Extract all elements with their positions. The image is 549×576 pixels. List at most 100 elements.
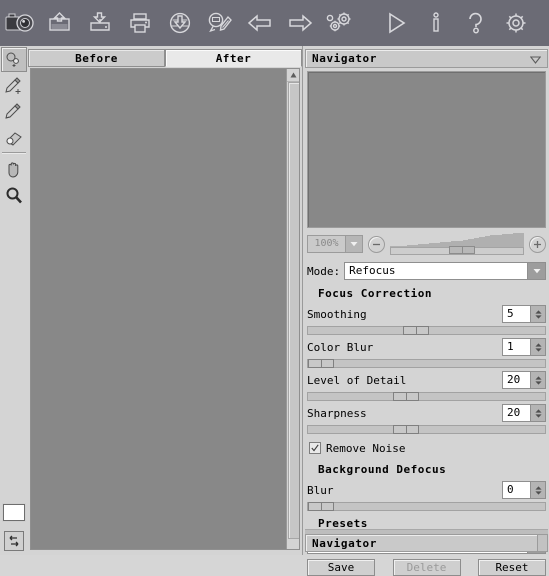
sharpness-label: Sharpness	[307, 406, 367, 420]
level-of-detail-label: Level of Detail	[307, 373, 407, 387]
blur-value: 0	[507, 483, 514, 496]
tab-after[interactable]: After	[165, 49, 302, 67]
tool-select[interactable]	[1, 47, 27, 72]
zoom-slider-ticks	[390, 233, 524, 247]
color-blur-stepper[interactable]	[530, 339, 545, 355]
chevron-down-icon[interactable]	[529, 54, 542, 67]
zoom-out-button[interactable]	[368, 235, 385, 253]
level-of-detail-slider-thumb[interactable]	[393, 392, 420, 401]
save-button[interactable]: Save	[307, 559, 375, 576]
reset-button[interactable]: Reset	[478, 559, 546, 576]
sharpness-slider-thumb[interactable]	[393, 425, 420, 434]
blur-slider[interactable]	[307, 502, 546, 511]
zoom-slider[interactable]	[390, 233, 524, 255]
blur-spinner[interactable]: 0	[502, 481, 546, 499]
arrow-right-icon[interactable]	[280, 1, 320, 45]
swap-colors-wrap	[0, 531, 28, 551]
top-toolbar	[0, 0, 549, 47]
bottom-navigator-title: Navigator	[312, 536, 378, 550]
tool-rail-divider	[2, 152, 26, 154]
zoom-level-value: 100%	[314, 238, 339, 249]
scroll-up-arrow-icon[interactable]	[287, 69, 299, 82]
blur-slider-thumb[interactable]	[308, 502, 334, 511]
tool-zoom[interactable]	[1, 182, 27, 207]
tool-pencil[interactable]	[1, 99, 27, 124]
canvas-image	[31, 69, 287, 549]
smoothing-spinner[interactable]: 5	[502, 305, 546, 323]
help-icon[interactable]	[456, 1, 496, 45]
zoom-slider-track[interactable]	[390, 246, 524, 255]
play-icon[interactable]	[376, 1, 416, 45]
navigator-panel-header[interactable]: Navigator	[305, 49, 548, 68]
background-defocus-title: Background Defocus	[313, 463, 452, 476]
param-sharpness: Sharpness 20	[307, 403, 546, 423]
canvas-vertical-scrollbar[interactable]	[286, 69, 299, 549]
zoom-in-button[interactable]	[529, 235, 546, 253]
resize-grip[interactable]	[537, 534, 548, 552]
info-icon[interactable]	[416, 1, 456, 45]
scrollbar-thumb[interactable]	[288, 82, 299, 539]
navigator-preview[interactable]	[307, 71, 546, 228]
smoothing-slider[interactable]	[307, 326, 546, 335]
remove-noise-checkbox-row[interactable]: Remove Noise	[309, 439, 546, 457]
before-after-tabs: Before After	[28, 49, 302, 68]
zoom-level-field[interactable]: 100%	[307, 235, 363, 253]
editor-area: Before After	[28, 46, 302, 555]
delete-button: Delete	[392, 559, 461, 576]
bottom-navigator-header[interactable]: Navigator	[305, 534, 548, 552]
mode-label: Mode:	[307, 264, 341, 278]
save-image-icon[interactable]	[80, 1, 120, 45]
zoom-slider-thumb[interactable]	[449, 246, 476, 254]
open-image-icon[interactable]	[40, 1, 80, 45]
smoothing-value: 5	[507, 307, 514, 320]
sharpness-stepper[interactable]	[530, 405, 545, 421]
param-level-of-detail: Level of Detail 20	[307, 370, 546, 390]
camera-icon[interactable]	[0, 1, 40, 45]
focus-correction-group: Focus Correction	[307, 287, 546, 302]
tool-hand[interactable]	[1, 156, 27, 181]
color-blur-slider-thumb[interactable]	[308, 359, 334, 368]
settings-gears-icon[interactable]	[320, 1, 360, 45]
right-panel: Navigator 100% Mode: Refocus Focus Corre…	[302, 46, 549, 576]
focus-correction-head: Focus Correction	[307, 287, 546, 302]
color-swatch-wrap	[0, 504, 28, 521]
blur-stepper[interactable]	[530, 482, 545, 498]
sharpness-spinner[interactable]: 20	[502, 404, 546, 422]
remove-noise-label: Remove Noise	[326, 441, 406, 455]
param-blur: Blur 0	[307, 480, 546, 500]
mode-row: Mode: Refocus	[307, 261, 546, 281]
level-of-detail-value: 20	[507, 373, 521, 386]
foreground-color-swatch[interactable]	[3, 504, 25, 521]
background-defocus-head: Background Defocus	[307, 463, 546, 478]
remove-noise-checkbox[interactable]	[309, 442, 321, 454]
sharpness-slider[interactable]	[307, 425, 546, 434]
level-of-detail-stepper[interactable]	[530, 372, 545, 388]
level-of-detail-spinner[interactable]: 20	[502, 371, 546, 389]
print-icon[interactable]	[120, 1, 160, 45]
image-canvas[interactable]	[30, 68, 300, 550]
zoom-controls: 100%	[307, 233, 546, 255]
param-color-blur: Color Blur 1	[307, 337, 546, 357]
smoothing-stepper[interactable]	[530, 306, 545, 322]
download-icon[interactable]	[160, 1, 200, 45]
navigator-title: Navigator	[312, 52, 378, 65]
smoothing-label: Smoothing	[307, 307, 367, 321]
zoom-dropdown-icon[interactable]	[345, 236, 362, 252]
color-blur-spinner[interactable]: 1	[502, 338, 546, 356]
color-blur-slider[interactable]	[307, 359, 546, 368]
background-defocus-group: Background Defocus	[307, 463, 546, 478]
arrow-left-icon[interactable]	[240, 1, 280, 45]
batch-edit-icon[interactable]	[200, 1, 240, 45]
app-window: Before After Navigator 100% Mode: Refocu…	[0, 0, 549, 576]
level-of-detail-slider[interactable]	[307, 392, 546, 401]
mode-select[interactable]: Refocus	[344, 262, 546, 280]
param-smoothing: Smoothing 5	[307, 304, 546, 324]
smoothing-slider-thumb[interactable]	[402, 326, 429, 335]
tab-before[interactable]: Before	[28, 49, 165, 67]
tool-eraser[interactable]	[1, 125, 27, 150]
mode-dropdown-icon[interactable]	[527, 263, 545, 279]
color-blur-label: Color Blur	[307, 340, 374, 354]
tool-pencil-add[interactable]	[1, 73, 27, 98]
swap-colors-icon[interactable]	[4, 531, 24, 551]
preferences-gear-icon[interactable]	[496, 1, 536, 45]
